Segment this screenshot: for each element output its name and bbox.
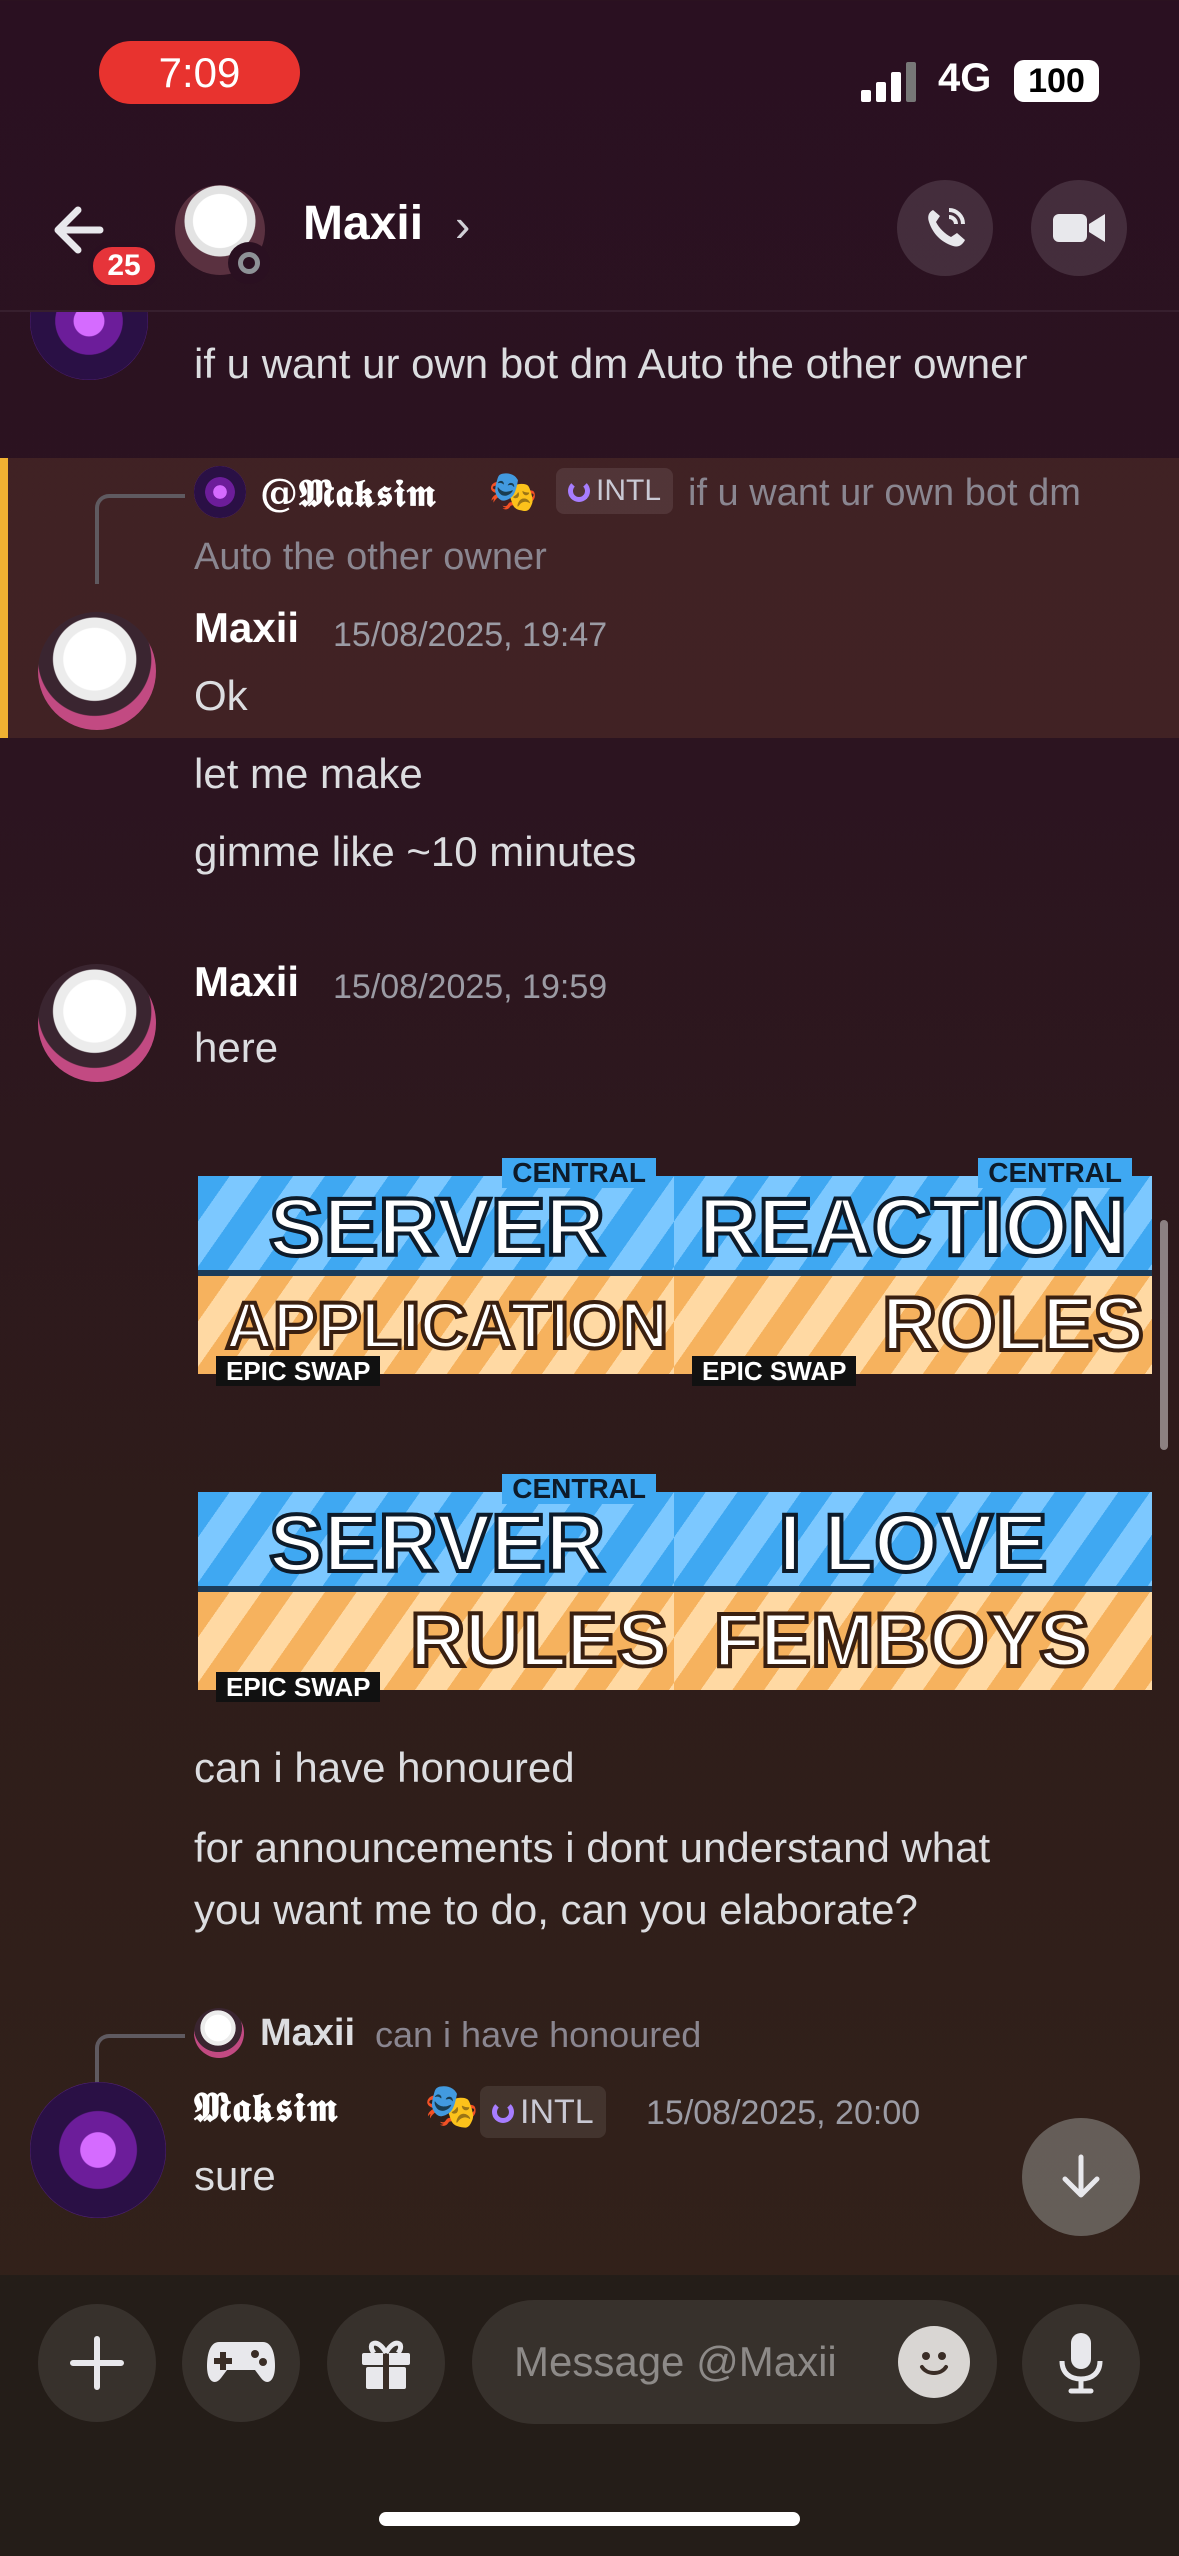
server-tag: INTL xyxy=(556,468,674,514)
mention-highlight-bar xyxy=(0,458,8,738)
unread-badge: 25 xyxy=(88,242,160,290)
reply-username[interactable]: @𝕸𝖆𝖐𝖘𝖎𝖒 xyxy=(260,470,437,516)
apps-button[interactable] xyxy=(182,2304,300,2422)
voice-call-button[interactable] xyxy=(897,180,993,276)
reply-connector xyxy=(95,494,185,584)
status-time: 7:09 xyxy=(99,41,300,104)
server-tag-icon xyxy=(492,2101,514,2123)
message-text: here xyxy=(194,1024,279,1071)
sticker-top-text: REACTION xyxy=(697,1180,1129,1275)
message-text: gimme like ~10 minutes xyxy=(194,828,637,875)
message-timestamp: 15/08/2025, 19:59 xyxy=(333,968,608,1006)
voice-message-button[interactable] xyxy=(1022,2304,1140,2422)
dm-title[interactable]: Maxii xyxy=(303,196,423,251)
reply-connector xyxy=(95,2034,185,2084)
message-text: if u want ur own bot dm Auto the other o… xyxy=(194,340,1028,387)
sticker-i-love-femboys[interactable]: I LOVE FEMBOYS xyxy=(674,1474,1152,1696)
gift-icon xyxy=(362,2340,410,2389)
message-text: let me make xyxy=(194,750,423,797)
home-indicator xyxy=(379,2512,800,2526)
sticker-top-text: SERVER xyxy=(267,1180,607,1275)
message-text: you want me to do, can you elaborate? xyxy=(194,1886,918,1933)
sticker-server-rules[interactable]: CENTRAL SERVER RULES EPIC SWAP xyxy=(198,1474,676,1702)
avatar[interactable] xyxy=(38,612,156,730)
plus-icon xyxy=(70,2336,124,2390)
message-input-placeholder: Message @Maxii xyxy=(514,2338,837,2385)
avatar[interactable] xyxy=(38,964,156,1082)
arrow-down-icon xyxy=(1062,2154,1100,2198)
avatar xyxy=(194,2008,244,2058)
message-username[interactable]: Maxii xyxy=(194,958,299,1006)
sticker-footer: EPIC SWAP xyxy=(216,1356,381,1386)
sticker-footer: EPIC SWAP xyxy=(692,1356,857,1386)
server-tag-label: INTL xyxy=(520,2092,594,2131)
avatar[interactable] xyxy=(30,2082,166,2218)
reply-preview[interactable]: if u want ur own bot dm xyxy=(688,472,1081,515)
jump-to-bottom-button[interactable] xyxy=(1022,2118,1140,2236)
network-label: 4G xyxy=(938,56,992,100)
message-timestamp: 15/08/2025, 20:00 xyxy=(646,2094,921,2132)
gift-button[interactable] xyxy=(327,2304,445,2422)
sticker-reaction-roles[interactable]: CENTRAL REACTION ROLES EPIC SWAP xyxy=(674,1158,1152,1386)
battery-level: 100 xyxy=(1028,61,1085,100)
smiley-icon xyxy=(920,2352,948,2375)
battery-icon: 100 xyxy=(1014,60,1099,102)
video-call-button[interactable] xyxy=(1031,180,1127,276)
sticker-server-application[interactable]: CENTRAL SERVER APPLICATION EPIC SWAP xyxy=(198,1158,676,1386)
reply-preview[interactable]: can i have honoured xyxy=(375,2014,701,2056)
reply-username[interactable]: Maxii xyxy=(260,2012,355,2055)
message-text: for announcements i dont understand what xyxy=(194,1824,991,1871)
message-username[interactable]: Maxii xyxy=(194,604,299,652)
theater-masks-icon: 🎭 xyxy=(424,2082,479,2131)
sticker-top-text: I LOVE xyxy=(777,1496,1050,1591)
gamepad-icon xyxy=(207,2342,275,2382)
message-text: sure xyxy=(194,2152,276,2199)
message-text: can i have honoured xyxy=(194,1744,575,1791)
video-camera-icon xyxy=(1053,214,1105,242)
server-tag-icon xyxy=(568,480,590,502)
reply-preview-cont[interactable]: Auto the other owner xyxy=(194,536,547,579)
message-username[interactable]: 𝕸𝖆𝖐𝖘𝖎𝖒 xyxy=(194,2084,339,2131)
microphone-icon xyxy=(1059,2333,1103,2394)
sticker-footer: EPIC SWAP xyxy=(216,1672,381,1702)
chevron-right-icon[interactable]: › xyxy=(455,198,470,252)
phone-icon xyxy=(928,208,965,247)
sticker-bottom-text: FEMBOYS xyxy=(714,1596,1092,1685)
theater-masks-icon: 🎭 xyxy=(488,470,538,514)
message-text: Ok xyxy=(194,672,248,719)
offline-status-icon xyxy=(228,242,270,284)
scrollbar[interactable] xyxy=(1160,1220,1168,1450)
header-divider xyxy=(0,310,1179,312)
attach-button[interactable] xyxy=(38,2304,156,2422)
avatar xyxy=(194,466,246,518)
sticker-top-text: SERVER xyxy=(267,1496,607,1591)
server-tag: INTL xyxy=(480,2086,606,2138)
message-timestamp: 15/08/2025, 19:47 xyxy=(333,616,608,654)
server-tag-label: INTL xyxy=(596,474,662,507)
signal-icon xyxy=(861,62,916,102)
emoji-button[interactable] xyxy=(898,2326,970,2398)
